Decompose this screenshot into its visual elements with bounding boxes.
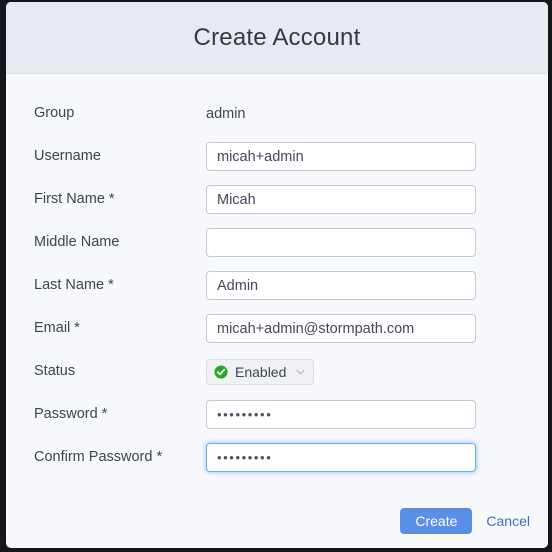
screen-frame: Create Account Group admin Username Firs… (0, 0, 552, 552)
last-name-input[interactable] (206, 271, 476, 300)
first-name-input-wrap (206, 185, 548, 214)
label-status: Status (34, 362, 76, 379)
email-input-wrap (206, 314, 548, 343)
label-username: Username (34, 147, 101, 164)
group-value-wrap: admin (206, 105, 548, 123)
label-middle-name: Middle Name (34, 233, 120, 250)
create-button[interactable]: Create (400, 508, 473, 534)
label-password: Password * (34, 405, 108, 422)
page-title: Create Account (193, 23, 361, 51)
cancel-button[interactable]: Cancel (486, 513, 530, 529)
label-group: Group (34, 104, 75, 121)
password-input-wrap: ••••••••• (206, 400, 548, 429)
label-email: Email * (34, 319, 80, 336)
status-value: Enabled (235, 363, 287, 380)
form-row-password: Password * ••••••••• (6, 393, 548, 436)
chevron-down-icon (296, 369, 305, 374)
form-row-last-name: Last Name * (6, 264, 548, 307)
confirm-password-input-wrap: ••••••••• (206, 443, 548, 472)
form-row-username: Username (6, 135, 548, 178)
form-row-status: Status Enabled (6, 350, 548, 393)
email-field[interactable] (206, 314, 476, 343)
modal-footer: Create Cancel (400, 508, 534, 534)
form-row-middle-name: Middle Name (6, 221, 548, 264)
label-confirm-password: Confirm Password * (34, 448, 163, 465)
label-last-name: Last Name * (34, 276, 114, 293)
create-account-modal: Create Account Group admin Username Firs… (6, 2, 548, 548)
form-row-group: Group admin (6, 92, 548, 135)
label-first-name: First Name * (34, 190, 115, 207)
status-select[interactable]: Enabled (206, 358, 315, 385)
check-circle-icon (214, 364, 228, 379)
middle-name-input-wrap (206, 228, 548, 257)
form-row-email: Email * (6, 307, 548, 350)
modal-body: Group admin Username First Name * (6, 74, 548, 479)
username-input[interactable] (206, 142, 476, 171)
confirm-password-input[interactable]: ••••••••• (206, 443, 476, 472)
group-value: admin (206, 105, 246, 122)
first-name-input[interactable] (206, 185, 476, 214)
username-input-wrap (206, 142, 548, 171)
form-row-confirm-password: Confirm Password * ••••••••• (6, 436, 548, 479)
middle-name-input[interactable] (206, 228, 476, 257)
password-input[interactable]: ••••••••• (206, 400, 476, 429)
status-select-wrap: Enabled (206, 358, 548, 385)
last-name-input-wrap (206, 271, 548, 300)
modal-header: Create Account (6, 2, 548, 74)
form-row-first-name: First Name * (6, 178, 548, 221)
